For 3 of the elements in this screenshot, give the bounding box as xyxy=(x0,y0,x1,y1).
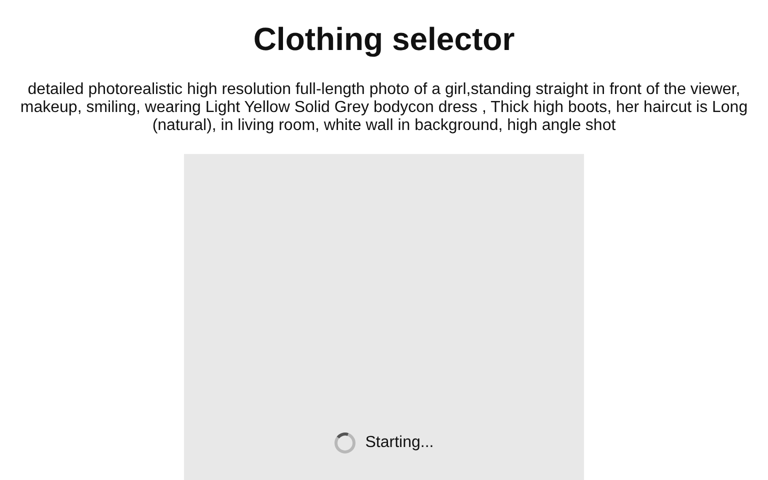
status-text: Starting... xyxy=(365,434,434,452)
prompt-text: detailed photorealistic high resolution full-length photo of a girl,standing straight in front of the viewer, makeup, smiling, wearing Light Yellow Solid Grey bodycon dress , Thick high boots, her haircut is Long (natural), in living room, white wall in background, high angle shot xyxy=(20,81,748,135)
page-title: Clothing selector xyxy=(253,21,515,58)
